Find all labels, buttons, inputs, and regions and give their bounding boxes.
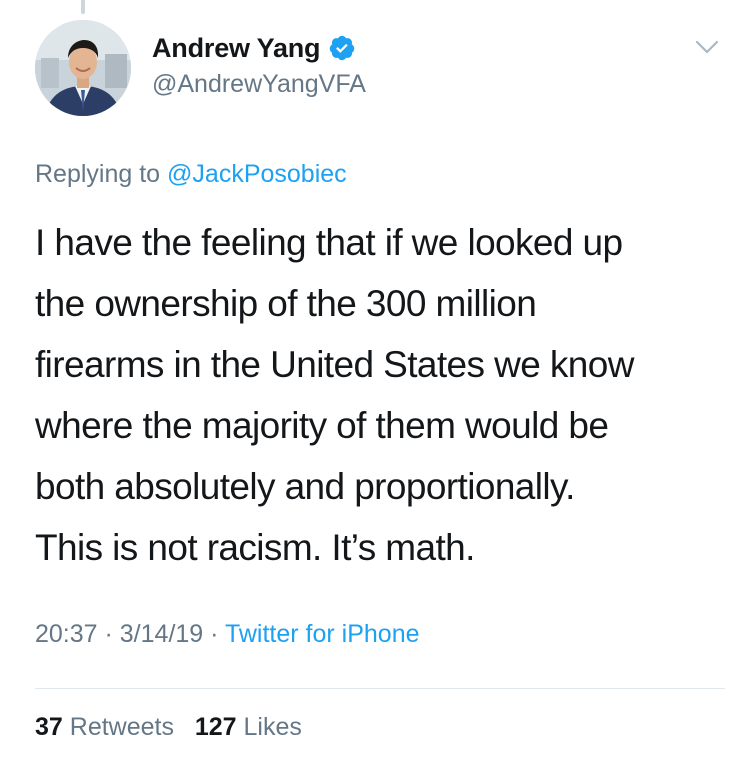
reply-handle-link[interactable]: @JackPosobiec <box>167 160 347 188</box>
tweet-meta: 20:37 · 3/14/19 · Twitter for iPhone <box>35 620 420 649</box>
author-name-row[interactable]: Andrew Yang <box>152 30 356 66</box>
tweet-line: both absolutely and proportionally. <box>35 466 575 507</box>
tweet-stats: 37 Retweets 127 Likes <box>35 713 302 742</box>
tweet-time[interactable]: 20:37 <box>35 620 98 648</box>
retweets-count: 37 <box>35 713 63 741</box>
avatar-photo <box>35 20 131 116</box>
retweets-stat[interactable]: 37 Retweets <box>35 713 174 741</box>
divider <box>35 688 725 689</box>
thread-connector-line <box>81 0 85 14</box>
retweets-label: Retweets <box>62 713 174 741</box>
tweet-source-link[interactable]: Twitter for iPhone <box>225 620 420 648</box>
likes-label: Likes <box>236 713 302 741</box>
avatar[interactable] <box>35 20 131 116</box>
tweet-text: I have the feeling that if we looked up … <box>35 212 725 578</box>
likes-stat[interactable]: 127 Likes <box>195 713 302 741</box>
tweet-date[interactable]: 3/14/19 <box>120 620 203 648</box>
likes-count: 127 <box>194 713 237 741</box>
author-name[interactable]: Andrew Yang <box>152 33 321 64</box>
tweet-line: where the majority of them would be <box>35 405 609 446</box>
author-handle[interactable]: @AndrewYangVFA <box>152 70 366 99</box>
verified-badge-icon <box>330 35 355 61</box>
meta-separator: · <box>97 620 120 648</box>
tweet-line: I have the feeling that if we looked up <box>35 222 623 263</box>
tweet-line: This is not racism. It’s math. <box>35 527 475 568</box>
reply-context: Replying to @JackPosobiec <box>35 160 347 189</box>
tweet-line: the ownership of the 300 million <box>35 283 537 324</box>
chevron-down-icon[interactable] <box>692 36 722 60</box>
meta-separator: · <box>203 620 225 648</box>
tweet-line: firearms in the United States we know <box>35 344 634 385</box>
reply-prefix: Replying to <box>35 160 168 188</box>
